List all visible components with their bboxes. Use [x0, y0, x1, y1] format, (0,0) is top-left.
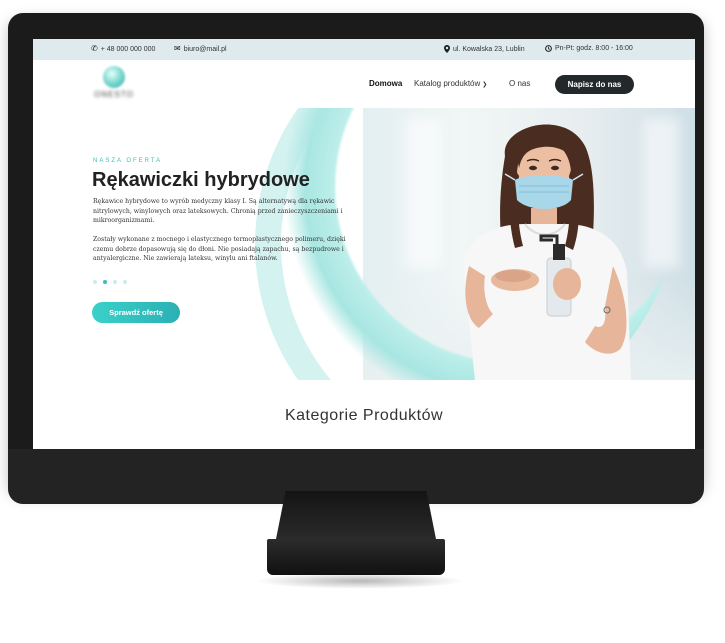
phone-icon: ✆: [91, 44, 98, 53]
hero-description-2: Zostały wykonane z mocnego i elastyczneg…: [93, 236, 346, 263]
contact-button[interactable]: Napisz do nas: [555, 75, 634, 94]
address-info: ul. Kowalska 23, Lublin: [444, 45, 525, 53]
hero-description-1: Rękawice hybrydowe to wyrób medyczny kla…: [93, 198, 343, 225]
address-text: ul. Kowalska 23, Lublin: [453, 45, 525, 53]
screen: ✆ + 48 000 000 000 ✉ biuro@mail.pl ul. K…: [33, 39, 695, 449]
hours-text: Pn-Pt: godz. 8:00 - 16:00: [555, 45, 633, 52]
monitor-stand-base: [267, 539, 445, 575]
categories-heading: Kategorie Produktów: [284, 407, 444, 424]
slider-dot[interactable]: [123, 280, 127, 284]
check-offer-button[interactable]: Sprawdź ofertę: [92, 302, 180, 323]
slider-dot-active[interactable]: [103, 280, 107, 284]
envelope-icon: ✉: [174, 44, 181, 53]
woman-with-mask-image: [463, 124, 631, 380]
email-address: biuro@mail.pl: [183, 45, 227, 53]
chevron-down-icon: ❯: [482, 82, 488, 88]
hero-eyebrow: NASZA OFERTA: [93, 158, 163, 164]
slider-dots: [93, 280, 127, 284]
slider-dot[interactable]: [113, 280, 117, 284]
logo-mark: [103, 66, 125, 88]
nav-catalog[interactable]: Katalog produktów ❯: [414, 79, 487, 88]
monitor: ✆ + 48 000 000 000 ✉ biuro@mail.pl ul. K…: [8, 13, 704, 504]
logo[interactable]: ONESTO: [91, 66, 137, 102]
clock-icon: [545, 45, 552, 52]
nav-about[interactable]: O nas: [509, 79, 530, 88]
phone-contact[interactable]: ✆ + 48 000 000 000: [91, 45, 155, 53]
opening-hours: Pn-Pt: godz. 8:00 - 16:00: [545, 45, 633, 52]
monitor-shadow: [255, 573, 465, 589]
hero-section: NASZA OFERTA Rękawiczki hybrydowe Rękawi…: [33, 108, 695, 380]
nav-home[interactable]: Domowa: [369, 79, 402, 88]
slider-dot[interactable]: [93, 280, 97, 284]
hero-title: Rękawiczki hybrydowe: [92, 169, 310, 191]
nav-catalog-label: Katalog produktów: [414, 79, 481, 88]
email-contact[interactable]: ✉ biuro@mail.pl: [174, 45, 227, 53]
logo-text: ONESTO: [94, 90, 134, 99]
map-pin-icon: [444, 45, 450, 53]
top-info-bar: ✆ + 48 000 000 000 ✉ biuro@mail.pl ul. K…: [33, 39, 695, 60]
phone-number: + 48 000 000 000: [100, 45, 156, 53]
monitor-stand-neck: [276, 491, 436, 539]
